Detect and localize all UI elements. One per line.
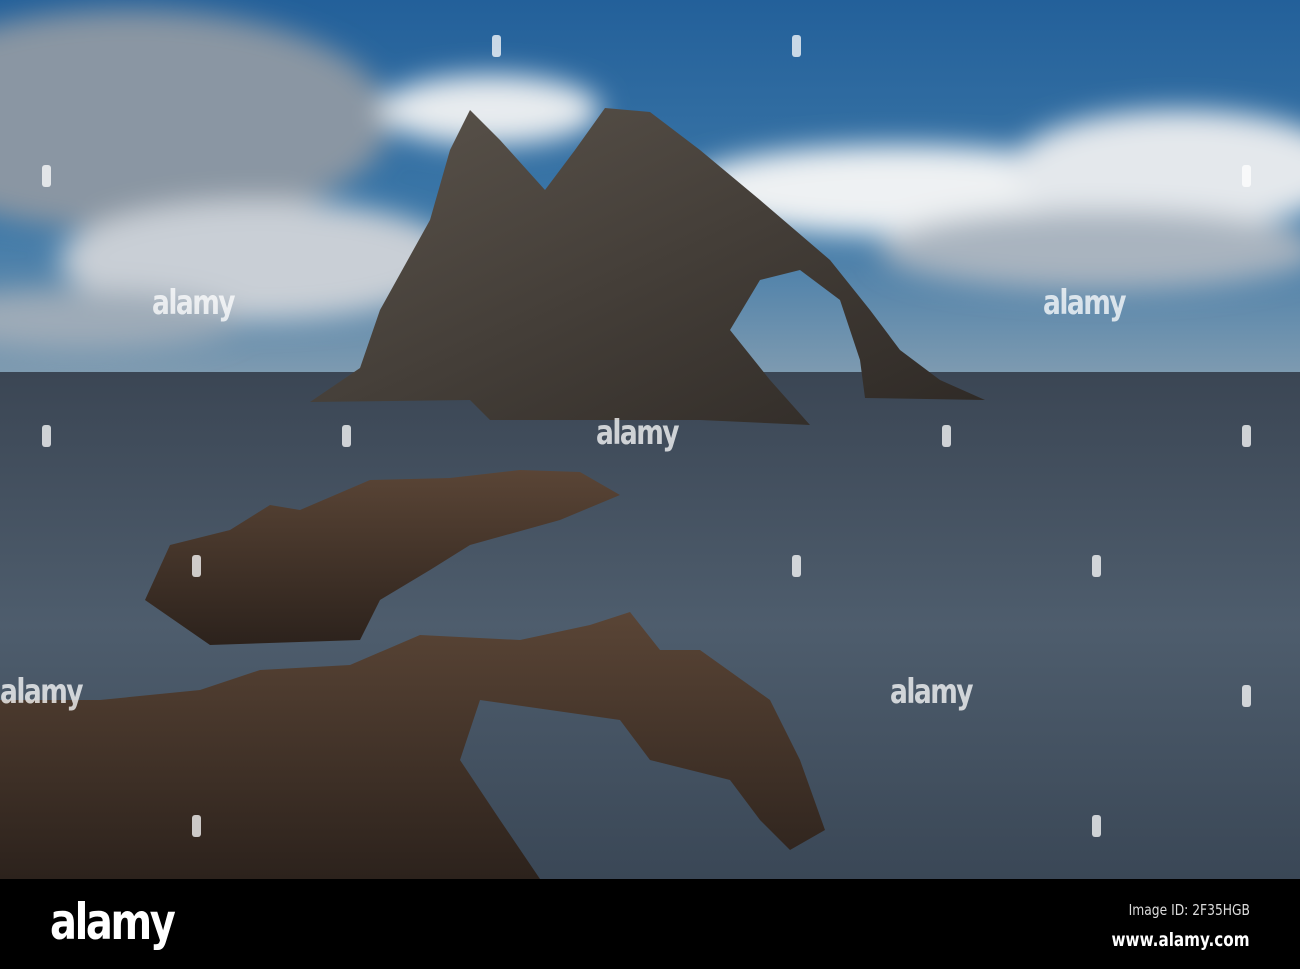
watermark-mark-icon	[792, 35, 801, 57]
image-id: Image ID: 2F35HGB	[1128, 901, 1250, 919]
watermark-mark-icon	[342, 425, 351, 447]
watermark-mark-icon	[42, 425, 51, 447]
watermark-mark-icon	[942, 425, 951, 447]
website-link: www.alamy.com	[1111, 929, 1250, 951]
watermark: alamy	[152, 283, 236, 323]
watermark-mark-icon	[792, 555, 801, 577]
watermark-mark-icon	[1242, 165, 1251, 187]
watermark: alamy	[0, 672, 84, 712]
watermark-mark-icon	[1092, 555, 1101, 577]
watermark-mark-icon	[1092, 815, 1101, 837]
watermark: alamy	[890, 672, 974, 712]
watermark-mark-icon	[492, 35, 501, 57]
watermark-mark-icon	[192, 815, 201, 837]
stock-photo: alamy alamy alamy alamy alamy alamy Imag…	[0, 0, 1300, 969]
watermark-mark-icon	[42, 165, 51, 187]
watermark: alamy	[1043, 283, 1127, 323]
watermark-mark-icon	[1242, 685, 1251, 707]
watermark: alamy	[596, 413, 680, 453]
footer-bar: alamy Image ID: 2F35HGB www.alamy.com	[0, 879, 1300, 969]
watermark-mark-icon	[1242, 425, 1251, 447]
watermark-mark-icon	[192, 555, 201, 577]
alamy-logo: alamy	[50, 893, 176, 951]
